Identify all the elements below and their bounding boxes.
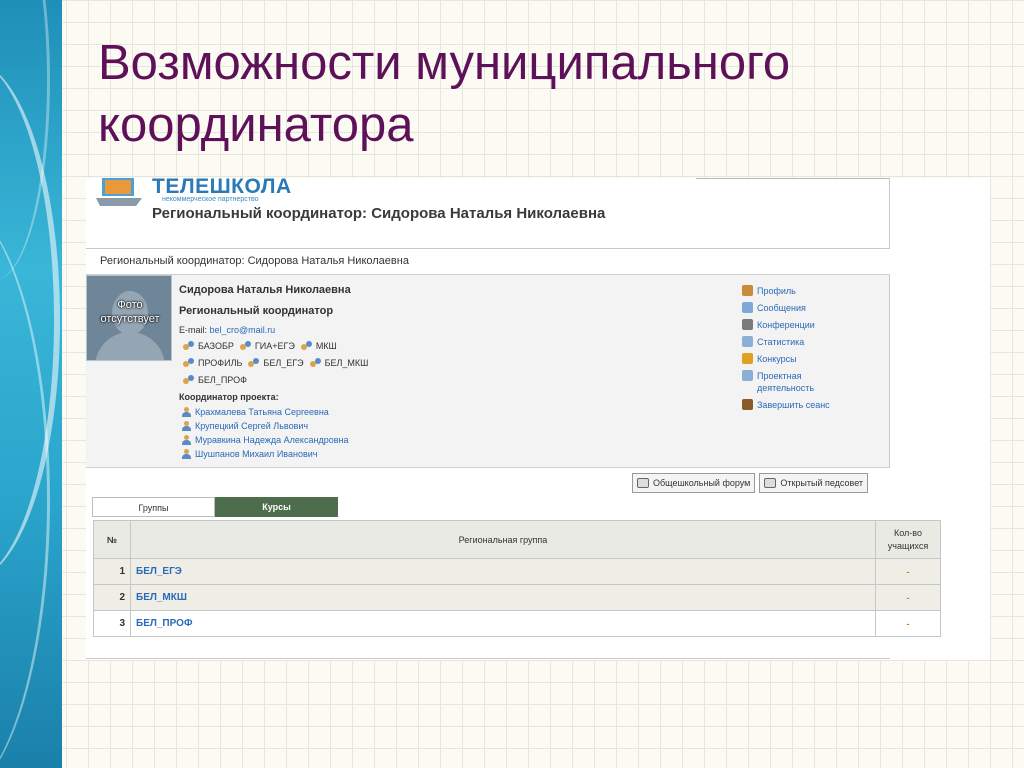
door-icon [742, 399, 753, 410]
envelope-icon [742, 302, 753, 313]
menu-item-conferences[interactable]: Конференции [742, 319, 837, 331]
group-icon [183, 375, 195, 385]
coordinator-link[interactable]: Муравкина Надежда Александровна [182, 433, 348, 447]
medal-icon [742, 353, 753, 364]
menu-item-logout[interactable]: Завершить сеанс [742, 399, 837, 411]
groups-table: № Региональная группа Кол-во учащихся 1 … [93, 520, 941, 637]
chat-bubble-icon [764, 478, 777, 488]
groups-row: БЕЛ_ПРОФ [183, 375, 247, 385]
student-count: - [875, 558, 941, 585]
screenshot-panel: ТЕЛЕШКОЛА некоммерческое партнерство Рег… [86, 175, 990, 660]
profile-name: Сидорова Наталья Николаевна [179, 284, 351, 296]
group-name-link[interactable]: БЕЛ_ПРОФ [130, 610, 876, 637]
coordinator-link[interactable]: Крахмалева Татьяна Сергеевна [182, 405, 348, 419]
row-number: 1 [93, 558, 131, 585]
divider [86, 658, 890, 659]
column-header-number: № [93, 520, 131, 559]
group-icon [183, 358, 195, 368]
coordinator-link[interactable]: Крупецкий Сергей Львович [182, 419, 348, 433]
avatar-placeholder-text: Фото отсутствует [100, 299, 160, 325]
coordinators-list: Крахмалева Татьяна Сергеевна Крупецкий С… [182, 405, 348, 461]
table-row: 3 БЕЛ_ПРОФ - [93, 610, 941, 637]
person-icon [182, 435, 191, 445]
table-row: 2 БЕЛ_МКШ - [93, 584, 941, 611]
menu-item-messages[interactable]: Сообщения [742, 302, 837, 314]
profile-panel: Фото отсутствует Сидорова Наталья Никола… [86, 274, 890, 468]
conference-icon [742, 319, 753, 330]
group-icon [183, 341, 195, 351]
coordinators-title: Координатор проекта: [179, 392, 279, 402]
person-icon [182, 421, 191, 431]
breadcrumb: Региональный координатор: Сидорова Натал… [100, 255, 409, 267]
menu-item-statistics[interactable]: Статистика [742, 336, 837, 348]
email-link[interactable]: bel_cro@mail.ru [210, 325, 276, 335]
group-name-link[interactable]: БЕЛ_МКШ [130, 584, 876, 611]
profile-icon [742, 285, 753, 296]
group-icon [248, 358, 260, 368]
group-link[interactable]: МКШ [300, 341, 337, 351]
tab-groups[interactable]: Группы [92, 497, 215, 517]
group-link[interactable]: БАЗОБР [183, 341, 234, 351]
profile-email: E-mail: bel_cro@mail.ru [179, 325, 276, 335]
group-link[interactable]: ГИА+ЕГЭ [239, 341, 295, 351]
document-icon [742, 336, 753, 347]
profile-role: Региональный координатор [179, 305, 334, 317]
person-icon [182, 449, 191, 459]
group-link[interactable]: БЕЛ_ЕГЭ [248, 358, 304, 368]
logo-subtitle: некоммерческое партнерство [162, 196, 259, 203]
menu-item-contests[interactable]: Конкурсы [742, 353, 837, 365]
groups-row: ПРОФИЛЬ БЕЛ_ЕГЭ БЕЛ_МКШ [183, 358, 368, 368]
row-number: 3 [93, 610, 131, 637]
column-header-count: Кол-во учащихся [875, 520, 941, 559]
group-link[interactable]: ПРОФИЛЬ [183, 358, 242, 368]
forum-buttons: Общешкольный форум Открытый педсовет [632, 473, 869, 493]
group-icon [239, 341, 252, 351]
profile-menu: Профиль Сообщения Конференции Статистика… [742, 285, 837, 416]
slide-title: Возможности муниципального координатора [98, 36, 791, 152]
table-row: 1 БЕЛ_ЕГЭ - [93, 558, 941, 585]
page-icon [742, 370, 753, 381]
student-count: - [875, 610, 941, 637]
tab-bar: Группы Курсы [92, 497, 338, 517]
decorative-side-band [0, 0, 62, 768]
group-link[interactable]: БЕЛ_ПРОФ [183, 375, 247, 385]
menu-item-profile[interactable]: Профиль [742, 285, 837, 297]
school-forum-button[interactable]: Общешкольный форум [632, 473, 756, 493]
row-number: 2 [93, 584, 131, 611]
chat-bubble-icon [637, 478, 649, 488]
laptop-logo-icon [96, 178, 142, 206]
group-link[interactable]: БЕЛ_МКШ [309, 358, 368, 368]
menu-item-projects[interactable]: Проектная деятельность [742, 370, 837, 394]
group-icon [309, 358, 322, 368]
student-count: - [875, 584, 941, 611]
person-icon [182, 407, 191, 417]
avatar: Фото отсутствует [86, 275, 172, 361]
group-icon [300, 341, 313, 351]
open-council-button[interactable]: Открытый педсовет [759, 473, 869, 493]
group-name-link[interactable]: БЕЛ_ЕГЭ [130, 558, 876, 585]
groups-row: БАЗОБР ГИА+ЕГЭ МКШ [183, 341, 337, 351]
header-title: Региональный координатор: Сидорова Натал… [152, 205, 606, 222]
column-header-group: Региональная группа [130, 520, 876, 559]
logo-text: ТЕЛЕШКОЛА [152, 175, 292, 198]
coordinator-link[interactable]: Шушпанов Михаил Иванович [182, 447, 348, 461]
site-header: ТЕЛЕШКОЛА некоммерческое партнерство Рег… [86, 175, 890, 249]
tab-courses[interactable]: Курсы [215, 497, 338, 517]
